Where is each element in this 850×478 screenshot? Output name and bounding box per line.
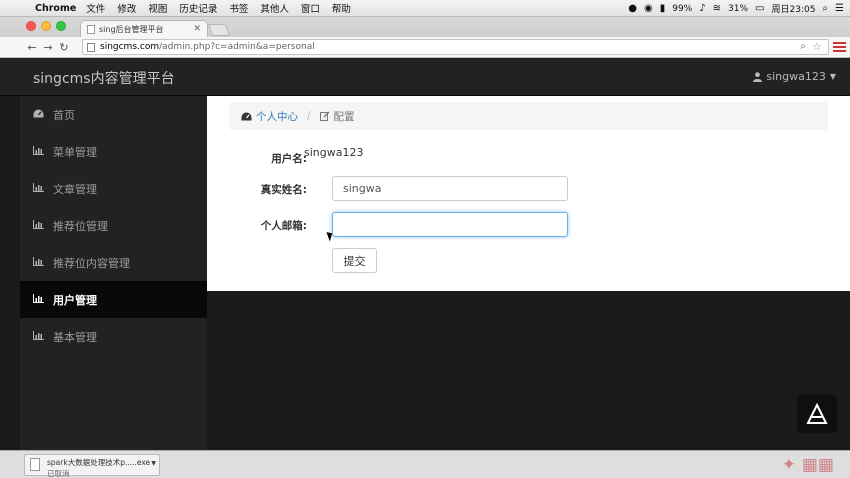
submit-button[interactable]: 提交 [332, 248, 377, 273]
username-label: 用户名: [271, 153, 307, 165]
caret-down-icon: ▼ [829, 72, 836, 81]
chrome-menu-icon[interactable] [833, 40, 846, 54]
sidebar-item-label: 推荐位管理 [53, 219, 108, 233]
bar-chart-icon [33, 182, 47, 195]
sidebar-item-label: 菜单管理 [53, 145, 97, 159]
sidebar-item-menu-management[interactable]: 菜单管理 [20, 133, 207, 170]
url-host: singcms.com [100, 42, 160, 52]
download-status: 已取消 [47, 469, 70, 478]
qq-icon[interactable]: ● [628, 3, 637, 14]
user-icon [753, 71, 763, 82]
url-path: /admin.php?c=admin&a=personal [159, 42, 315, 52]
battery-icon[interactable]: ▮ [660, 3, 666, 14]
download-filename: spark大数据处理技术p.....exe [47, 458, 151, 467]
volume-icon[interactable]: ♪ [699, 3, 705, 14]
notification-center-icon[interactable]: ☰ [835, 3, 844, 14]
dashboard-icon [241, 112, 252, 120]
battery-percent: 99% [672, 3, 693, 14]
window-close-button[interactable] [26, 21, 36, 31]
forward-arrow-icon[interactable]: → [40, 41, 56, 54]
sidebar-item-label: 基本管理 [53, 330, 97, 344]
watermark-logo-icon: ✦ ▦▦ [781, 455, 834, 475]
app-navbar: singcms内容管理平台 singwa123 ▼ [0, 58, 850, 96]
breadcrumb: 个人中心 / 配置 [229, 102, 828, 130]
window-zoom-button[interactable] [56, 21, 66, 31]
bookmark-star-icon[interactable]: ☆ [812, 40, 822, 53]
menu-edit[interactable]: 修改 [117, 1, 136, 15]
download-item[interactable]: spark大数据处理技术p.....exe 已取消 ▼ [24, 454, 160, 478]
bar-chart-icon [33, 256, 47, 269]
sidebar-item-position-content-management[interactable]: 推荐位内容管理 [20, 244, 207, 281]
sidebar-item-label: 推荐位内容管理 [53, 256, 130, 270]
zoom-magnifier-icon[interactable]: ⌕ [800, 41, 806, 52]
username-label: singwa123 [766, 70, 826, 83]
record-icon[interactable]: ◉ [644, 3, 653, 14]
bar-chart-icon [33, 330, 47, 343]
breadcrumb-separator: / [307, 110, 311, 122]
menu-help[interactable]: 帮助 [332, 1, 351, 15]
menu-people[interactable]: 其他人 [260, 1, 289, 15]
email-label: 个人邮箱: [260, 220, 307, 232]
window-minimize-button[interactable] [41, 21, 51, 31]
browser-toolbar: ← → ↻ singcms.com /admin.php?c=admin&a=p… [0, 37, 850, 58]
bar-chart-icon [33, 145, 47, 158]
file-icon [30, 458, 40, 471]
display-icon[interactable]: ▭ [755, 3, 764, 14]
bar-chart-icon [33, 219, 47, 232]
sidebar-item-label: 首页 [53, 108, 75, 122]
realname-label: 真实姓名: [260, 184, 307, 196]
main-content: 个人中心 / 配置 用户名: singwa123 真实姓名: singwa 个人… [207, 96, 850, 291]
breadcrumb-home-label: 个人中心 [256, 110, 298, 123]
reload-icon[interactable]: ↻ [56, 41, 72, 54]
menubar-app-name[interactable]: Chrome [35, 3, 76, 14]
browser-tab-strip: sing后台管理平台 ✕ [0, 17, 850, 37]
back-arrow-icon[interactable]: ← [24, 41, 40, 54]
sidebar-item-label: 用户管理 [53, 293, 97, 307]
wifi-icon[interactable]: ≋ [713, 3, 721, 14]
breadcrumb-home-link[interactable]: 个人中心 [241, 109, 298, 124]
sidebar: 首页 菜单管理 文章管理 推荐位管理 推荐位内容管理 用户管理 基本管理 [20, 96, 207, 450]
bar-chart-icon [33, 293, 47, 306]
chevron-down-icon[interactable]: ▼ [151, 460, 156, 467]
sidebar-item-home[interactable]: 首页 [20, 96, 207, 133]
sidebar-item-user-management[interactable]: 用户管理 [20, 281, 207, 318]
sidebar-item-article-management[interactable]: 文章管理 [20, 170, 207, 207]
page-favicon-icon [87, 24, 95, 34]
sidebar-item-position-management[interactable]: 推荐位管理 [20, 207, 207, 244]
tab-close-icon[interactable]: ✕ [193, 24, 201, 34]
breadcrumb-current: 配置 [319, 109, 355, 124]
spotlight-icon[interactable]: ⌕ [822, 3, 828, 14]
edit-icon [319, 111, 330, 121]
sidebar-item-basic-management[interactable]: 基本管理 [20, 318, 207, 355]
dashboard-icon [33, 109, 47, 121]
email-input[interactable] [332, 212, 568, 237]
network-percent: 31% [728, 3, 749, 14]
new-tab-button[interactable] [207, 24, 231, 36]
menubar-status-area: ● ◉ ▮ 99% ♪ ≋ 31% ▭ 周日23:05 ⌕ ☰ [628, 0, 844, 17]
download-shelf: spark大数据处理技术p.....exe 已取消 ▼ ✦ ▦▦ [0, 450, 850, 478]
menu-file[interactable]: 文件 [86, 1, 105, 15]
menu-history[interactable]: 历史记录 [179, 1, 217, 15]
menu-window[interactable]: 窗口 [301, 1, 320, 15]
browser-tab-active[interactable]: sing后台管理平台 ✕ [80, 20, 208, 37]
tab-title: sing后台管理平台 [99, 24, 164, 34]
brand-title[interactable]: singcms内容管理平台 [33, 68, 175, 88]
page-info-icon[interactable] [87, 42, 95, 52]
address-bar[interactable]: singcms.com /admin.php?c=admin&a=persona… [82, 39, 829, 55]
realname-input[interactable]: singwa [332, 176, 568, 201]
menu-view[interactable]: 视图 [148, 1, 167, 15]
screen: Chrome 文件 修改 视图 历史记录 书签 其他人 窗口 帮助 ● ◉ ▮ … [0, 0, 850, 478]
macos-menubar: Chrome 文件 修改 视图 历史记录 书签 其他人 窗口 帮助 ● ◉ ▮ … [0, 0, 850, 17]
username-value: singwa123 [304, 146, 364, 159]
logo-badge-icon[interactable] [797, 395, 837, 433]
sidebar-item-label: 文章管理 [53, 182, 97, 196]
clock[interactable]: 周日23:05 [771, 2, 815, 15]
user-dropdown[interactable]: singwa123 ▼ [753, 70, 836, 83]
menu-bookmarks[interactable]: 书签 [229, 1, 248, 15]
breadcrumb-current-label: 配置 [333, 110, 355, 123]
